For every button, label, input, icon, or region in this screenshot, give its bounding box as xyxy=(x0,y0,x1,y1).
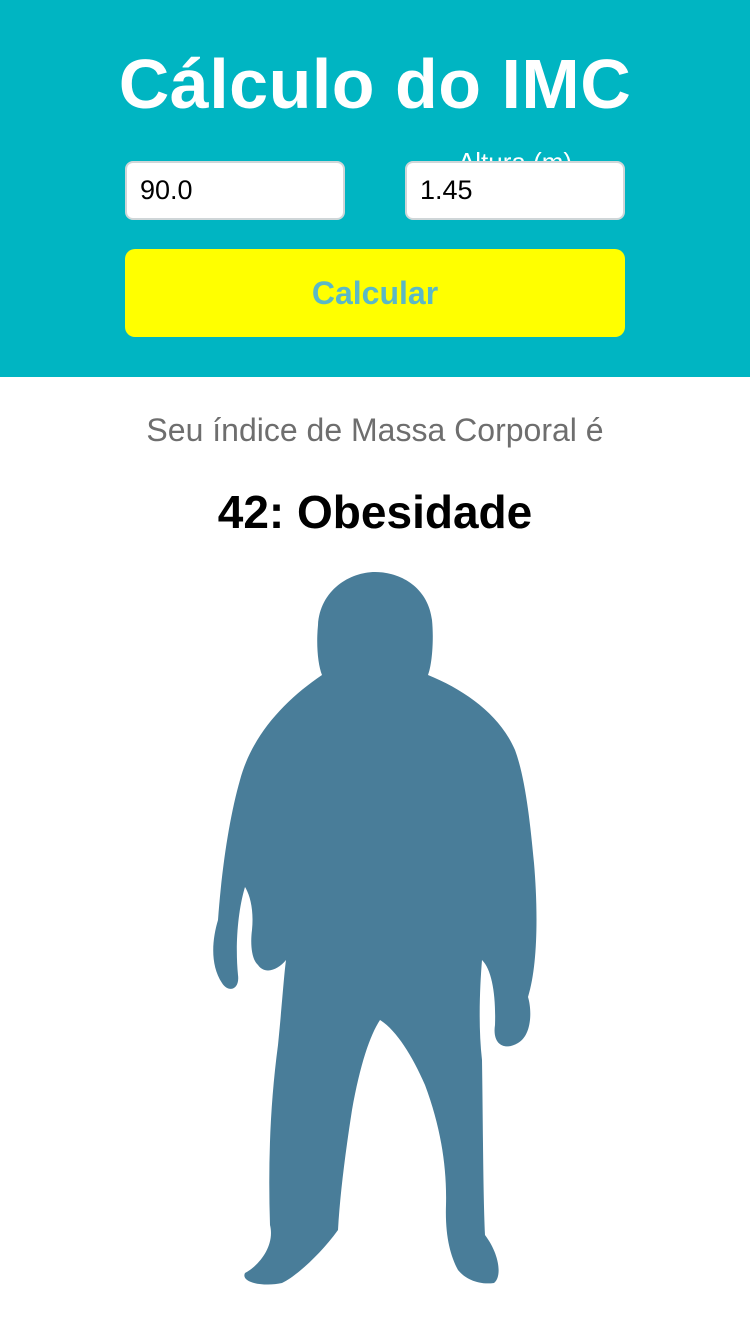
header: Cálculo do IMC Altura (m) Calcular xyxy=(0,0,750,377)
result-caption: Seu índice de Massa Corporal é xyxy=(146,412,604,448)
page-title: Cálculo do IMC xyxy=(118,45,632,113)
title-container: Cálculo do IMC xyxy=(0,40,750,113)
height-label-container: Altura (m) xyxy=(405,144,625,162)
result-value: 42: Obesidade xyxy=(217,486,533,538)
height-input[interactable] xyxy=(405,161,625,220)
calculate-button[interactable]: Calcular xyxy=(125,249,625,337)
weight-input[interactable] xyxy=(125,161,345,220)
obese-person-silhouette-icon xyxy=(200,565,550,1295)
height-label: Altura (m) xyxy=(457,147,573,162)
